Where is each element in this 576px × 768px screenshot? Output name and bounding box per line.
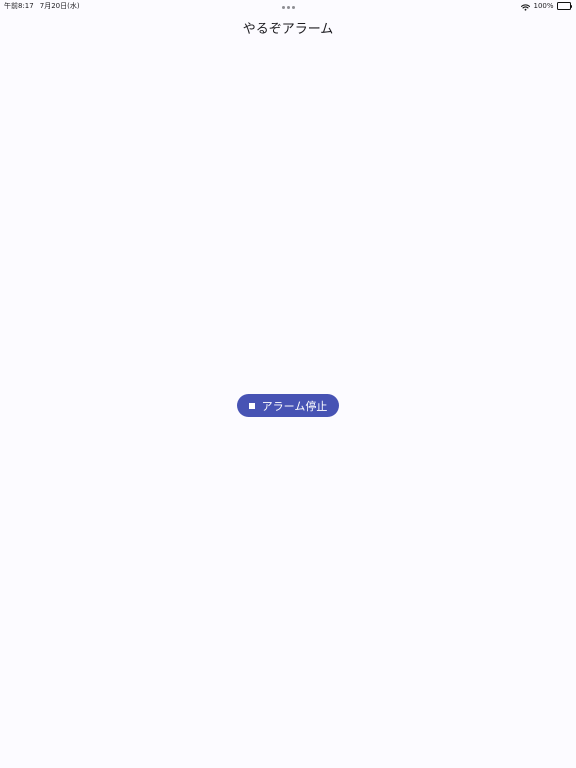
app-bar: やるぞアラーム: [0, 14, 576, 40]
status-date: 7月20日(水): [39, 2, 80, 10]
stop-alarm-label: アラーム停止: [261, 399, 328, 413]
wifi-icon: [521, 3, 531, 11]
stop-icon: [248, 402, 255, 409]
battery-full-icon: [556, 2, 572, 10]
page-title: やるぞアラーム: [242, 21, 334, 37]
status-right: 100%: [521, 0, 572, 12]
battery-percent: 100%: [533, 2, 554, 10]
status-time: 午前8:17: [4, 2, 34, 10]
multitasking-menu-icon[interactable]: [282, 6, 295, 9]
status-left: 午前8:17 7月20日(水): [4, 0, 80, 12]
stop-alarm-button[interactable]: アラーム停止: [237, 394, 339, 417]
